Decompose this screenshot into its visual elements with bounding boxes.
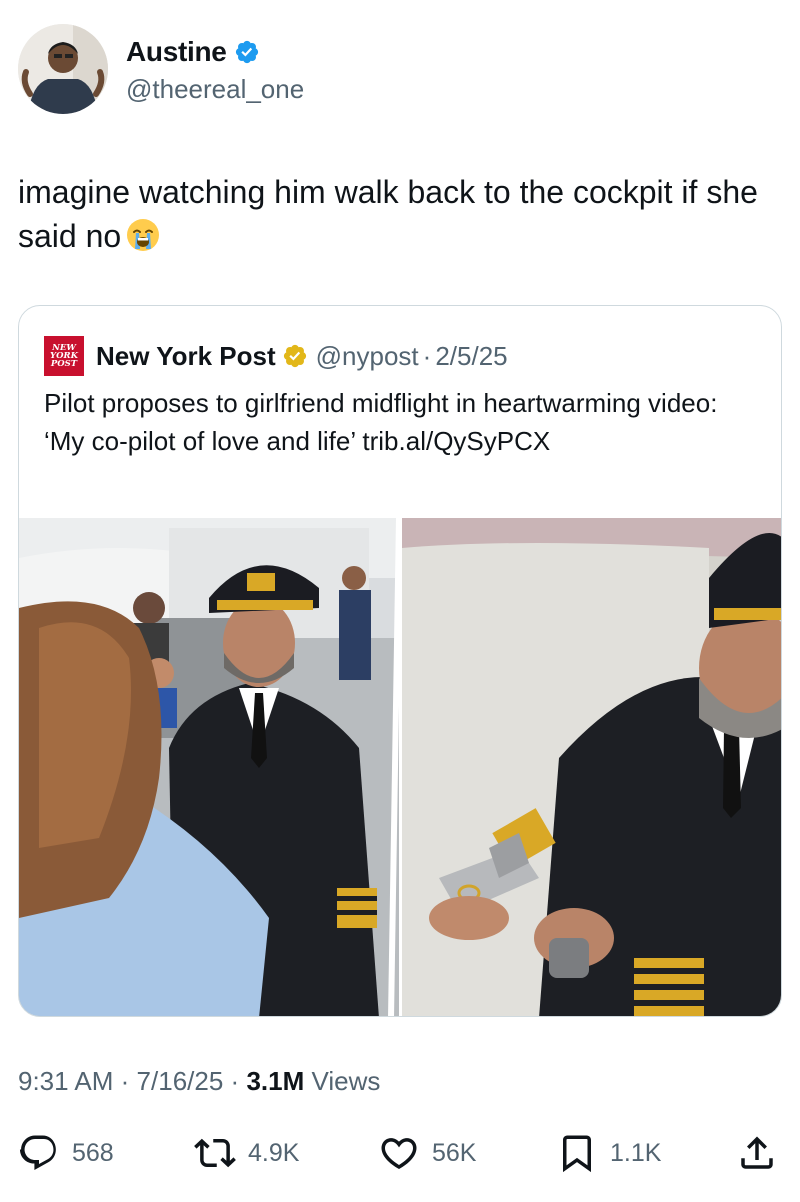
quoted-display-name[interactable]: New York Post <box>96 341 276 372</box>
author-handle[interactable]: @theereal_one <box>126 74 304 105</box>
tweet-date[interactable]: 7/16/25 <box>137 1066 224 1096</box>
quoted-tweet-card[interactable]: NEW YORK POST New York Post @nypost · 2/… <box>18 305 782 1017</box>
quoted-tweet-text: Pilot proposes to girlfriend midflight i… <box>44 388 718 456</box>
views-count[interactable]: 3.1M <box>246 1066 304 1096</box>
tweet-meta: 9:31 AM · 7/16/25 · 3.1M Views <box>18 1066 380 1097</box>
bookmark-icon <box>563 1135 591 1173</box>
reply-icon <box>19 1135 56 1170</box>
bookmark-count: 1.1K <box>610 1138 662 1167</box>
loudly-crying-face-icon <box>125 217 161 264</box>
meta-separator: · <box>120 1066 130 1096</box>
new-york-post-logo[interactable]: NEW YORK POST <box>44 336 84 376</box>
author-avatar[interactable] <box>18 24 108 114</box>
repost-icon <box>194 1138 236 1168</box>
quoted-handle[interactable]: @nypost <box>316 341 419 372</box>
logo-line-3: POST <box>50 359 78 369</box>
quoted-date[interactable]: 2/5/25 <box>435 341 507 372</box>
heart-icon <box>381 1138 417 1170</box>
tweet-actions: 568 4.9K 56K 1.1K <box>18 1130 782 1176</box>
author-name-row: Austine <box>126 36 260 68</box>
proposal-photo <box>19 518 781 1016</box>
tweet-header: Austine @theereal_one <box>18 24 778 116</box>
gold-verified-badge-icon <box>283 344 306 368</box>
repost-button[interactable]: 4.9K <box>194 1130 299 1176</box>
quoted-separator: · <box>422 340 432 371</box>
share-icon <box>741 1136 773 1169</box>
share-button[interactable] <box>736 1130 790 1176</box>
quoted-tweet-header: NEW YORK POST New York Post @nypost · 2/… <box>44 336 508 376</box>
tweet-time[interactable]: 9:31 AM <box>18 1066 113 1096</box>
reply-count: 568 <box>72 1138 114 1167</box>
like-count: 56K <box>432 1138 477 1167</box>
bookmark-button[interactable]: 1.1K <box>556 1130 661 1176</box>
reply-button[interactable]: 568 <box>18 1130 114 1176</box>
quoted-tweet-media[interactable] <box>19 518 781 1016</box>
avatar-image <box>18 24 108 114</box>
author-display-name[interactable]: Austine <box>126 36 227 68</box>
repost-count: 4.9K <box>248 1138 300 1167</box>
views-label: Views <box>311 1066 381 1096</box>
verified-badge-icon <box>235 40 258 64</box>
like-button[interactable]: 56K <box>378 1130 476 1176</box>
tweet-text: imagine watching him walk back to the co… <box>18 170 788 264</box>
meta-separator: · <box>230 1066 240 1096</box>
